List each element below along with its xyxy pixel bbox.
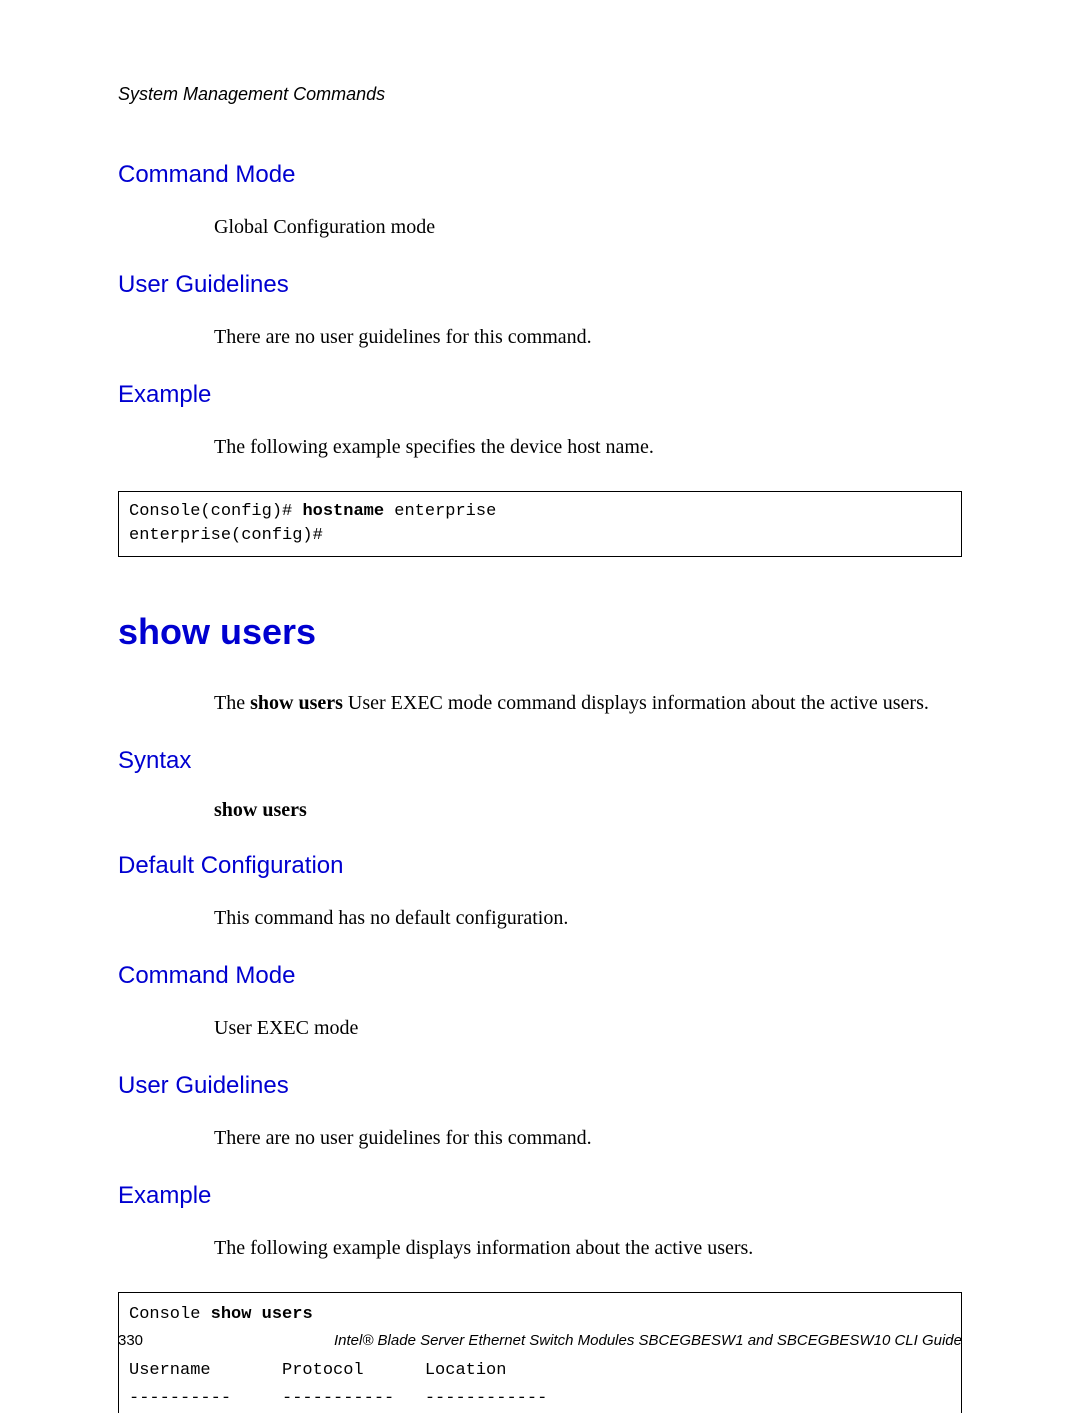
text-default-config: This command has no default configuratio… <box>214 904 962 932</box>
text-example-2: The following example displays informati… <box>214 1234 962 1262</box>
footer-guide-title: Intel® Blade Server Ethernet Switch Modu… <box>334 1332 962 1349</box>
text-command-mode-2: User EXEC mode <box>214 1014 962 1042</box>
text-show-users-intro: The show users User EXEC mode command di… <box>214 689 962 717</box>
code-bold-1: hostname <box>302 502 384 521</box>
heading-example-2: Example <box>118 1182 962 1210</box>
heading-example-1: Example <box>118 381 962 409</box>
intro-pre: The <box>214 692 250 714</box>
heading-user-guidelines-1: User Guidelines <box>118 271 962 299</box>
heading-command-mode-1: Command Mode <box>118 161 962 189</box>
text-command-mode-1: Global Configuration mode <box>214 213 962 241</box>
text-user-guidelines-2: There are no user guidelines for this co… <box>214 1124 962 1152</box>
text-example-1: The following example specifies the devi… <box>214 433 962 461</box>
intro-bold: show users <box>250 692 343 714</box>
code-prefix-2: Console <box>129 1305 211 1324</box>
page-footer: 330 Intel® Blade Server Ethernet Switch … <box>118 1332 962 1349</box>
heading-user-guidelines-2: User Guidelines <box>118 1072 962 1100</box>
code-prefix-1: Console(config)# <box>129 502 302 521</box>
syntax-command: show users <box>214 799 962 822</box>
code-bold-2: show users <box>211 1305 313 1324</box>
page-header-category: System Management Commands <box>118 84 962 105</box>
intro-post: User EXEC mode command displays informat… <box>343 692 929 714</box>
code-block-show-users: Console show users Username Protocol Loc… <box>118 1292 962 1413</box>
footer-page-number: 330 <box>118 1332 143 1349</box>
code-block-hostname: Console(config)# hostname enterprise ent… <box>118 491 962 557</box>
heading-syntax: Syntax <box>118 747 962 775</box>
code-table-2: Username Protocol Location ---------- --… <box>129 1361 547 1408</box>
heading-command-mode-2: Command Mode <box>118 962 962 990</box>
heading-default-config: Default Configuration <box>118 852 962 880</box>
heading-show-users: show users <box>118 611 962 653</box>
text-user-guidelines-1: There are no user guidelines for this co… <box>214 323 962 351</box>
